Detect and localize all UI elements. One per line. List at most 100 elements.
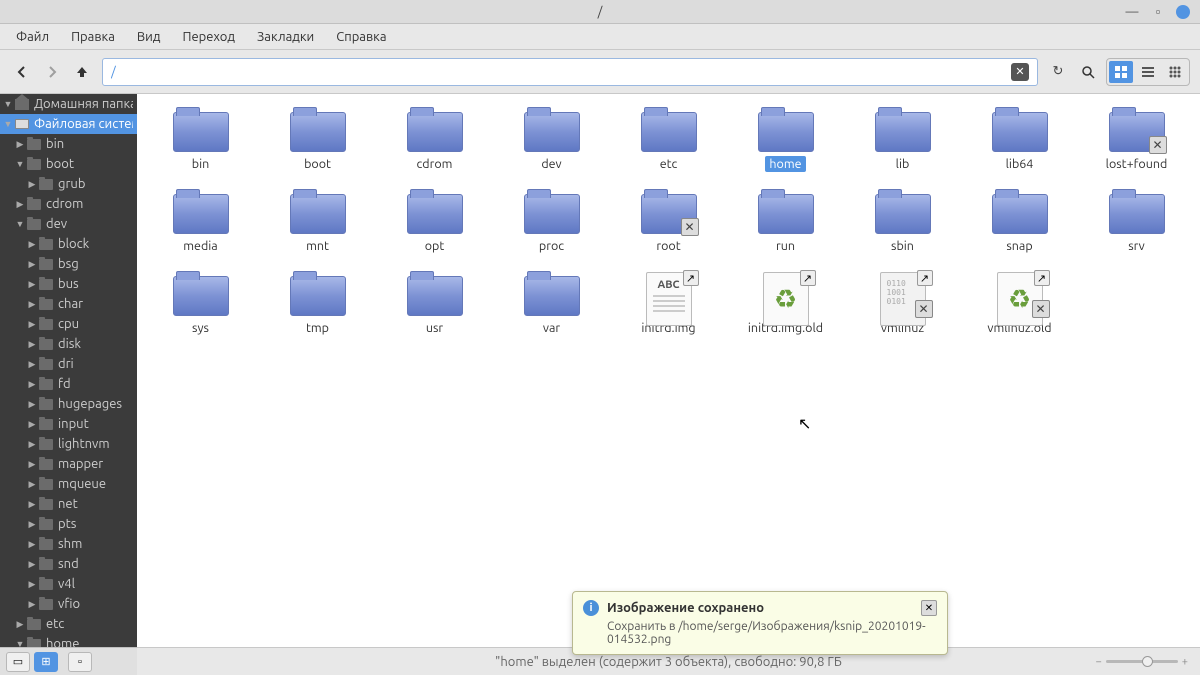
item-label: proc [535,238,568,254]
minimize-button[interactable]: — [1124,4,1140,20]
path-input[interactable] [111,65,1011,79]
item-vmlinuz.old[interactable]: ♻↗✕vmlinuz.old [966,272,1073,336]
sidebar[interactable]: ▼Домашняя папка▼Файловая система▶bin▼boo… [0,94,137,675]
icon-view-button[interactable] [1109,61,1133,83]
maximize-button[interactable]: ▫ [1150,4,1166,20]
menu-переход[interactable]: Переход [172,27,245,47]
up-button[interactable] [70,60,94,84]
item-srv[interactable]: srv [1083,190,1190,254]
item-run[interactable]: run [732,190,839,254]
lock-icon: ✕ [681,218,699,236]
clear-path-icon[interactable]: ✕ [1011,63,1029,81]
menu-закладки[interactable]: Закладки [247,27,324,47]
tree-item-vfio[interactable]: ▶vfio [0,594,137,614]
tree-item-mapper[interactable]: ▶mapper [0,454,137,474]
symlink-icon: ↗ [1034,270,1050,286]
tree-item-disk[interactable]: ▶disk [0,334,137,354]
zoom-slider[interactable]: − + [1096,656,1188,668]
item-lost+found[interactable]: ✕lost+found [1083,108,1190,172]
tree-item-input[interactable]: ▶input [0,414,137,434]
item-snap[interactable]: snap [966,190,1073,254]
forward-button[interactable] [40,60,64,84]
tree-item-fd[interactable]: ▶fd [0,374,137,394]
item-bin[interactable]: bin [147,108,254,172]
item-var[interactable]: var [498,272,605,336]
tree-item-grub[interactable]: ▶grub [0,174,137,194]
close-sidebar-button[interactable]: ▫ [68,652,92,672]
tree-item-char[interactable]: ▶char [0,294,137,314]
menu-правка[interactable]: Правка [61,27,125,47]
item-label: bin [188,156,214,172]
item-lib64[interactable]: lib64 [966,108,1073,172]
compact-view-button[interactable] [1163,61,1187,83]
tree-item-net[interactable]: ▶net [0,494,137,514]
tree-item-etc[interactable]: ▶etc [0,614,137,634]
tree-item-dev[interactable]: ▼dev [0,214,137,234]
close-button[interactable] [1176,5,1190,19]
tree-item-snd[interactable]: ▶snd [0,554,137,574]
item-mnt[interactable]: mnt [264,190,371,254]
symlink-icon: ↗ [683,270,699,286]
item-boot[interactable]: boot [264,108,371,172]
tree-item-bsg[interactable]: ▶bsg [0,254,137,274]
tree-item-shm[interactable]: ▶shm [0,534,137,554]
home-icon [14,97,30,111]
item-etc[interactable]: etc [615,108,722,172]
search-button[interactable] [1076,60,1100,84]
folder-icon [38,277,54,291]
item-opt[interactable]: opt [381,190,488,254]
item-vmlinuz[interactable]: 0110 1001 0101↗✕vmlinuz [849,272,956,336]
tree-item-lightnvm[interactable]: ▶lightnvm [0,434,137,454]
item-initrd.img.old[interactable]: ♻↗initrd.img.old [732,272,839,336]
tree-item-pts[interactable]: ▶pts [0,514,137,534]
item-dev[interactable]: dev [498,108,605,172]
titlebar: / — ▫ [0,0,1200,24]
tree-item-bin[interactable]: ▶bin [0,134,137,154]
tree-label: char [58,297,83,311]
notification-close-button[interactable]: ✕ [921,600,937,616]
lock-icon: ✕ [1149,136,1167,154]
menu-вид[interactable]: Вид [127,27,171,47]
item-label: dev [537,156,565,172]
tree-toggle[interactable]: ⊞ [34,652,58,672]
folder-icon [38,257,54,271]
item-root[interactable]: ✕root [615,190,722,254]
item-media[interactable]: media [147,190,254,254]
tree-item-файловая-система[interactable]: ▼Файловая система [0,114,137,134]
item-usr[interactable]: usr [381,272,488,336]
list-view-button[interactable] [1136,61,1160,83]
item-proc[interactable]: proc [498,190,605,254]
lock-icon: ✕ [1032,300,1050,318]
tree-item-hugepages[interactable]: ▶hugepages [0,394,137,414]
back-button[interactable] [10,60,34,84]
item-home[interactable]: home [732,108,839,172]
file-content-area[interactable]: bin bootcdrom dev etchomeliblib64✕lost+foun… [137,94,1200,675]
tree-item-block[interactable]: ▶block [0,234,137,254]
tree-item-v4l[interactable]: ▶v4l [0,574,137,594]
tree-label: bsg [58,257,79,271]
places-toggle[interactable]: ▭ [6,652,30,672]
item-lib[interactable]: lib [849,108,956,172]
item-sys[interactable]: sys [147,272,254,336]
folder-icon [992,112,1048,152]
item-sbin[interactable]: sbin [849,190,956,254]
tree-label: shm [58,537,82,551]
folder-icon [524,112,580,152]
item-initrd.img[interactable]: ↗initrd.img [615,272,722,336]
tree-item-dri[interactable]: ▶dri [0,354,137,374]
window-controls: — ▫ [1124,4,1200,20]
tree-item-домашняя-папка[interactable]: ▼Домашняя папка [0,94,137,114]
folder-icon [38,417,54,431]
folder-icon [38,177,54,191]
reload-button[interactable]: ↻ [1046,60,1070,84]
tree-item-cdrom[interactable]: ▶cdrom [0,194,137,214]
menu-файл[interactable]: Файл [6,27,59,47]
tree-item-cpu[interactable]: ▶cpu [0,314,137,334]
item-cdrom[interactable]: cdrom [381,108,488,172]
menu-справка[interactable]: Справка [326,27,396,47]
item-tmp[interactable]: tmp [264,272,371,336]
tree-item-boot[interactable]: ▼boot [0,154,137,174]
tree-item-bus[interactable]: ▶bus [0,274,137,294]
tree-item-mqueue[interactable]: ▶mqueue [0,474,137,494]
path-bar[interactable]: ✕ [102,58,1038,86]
